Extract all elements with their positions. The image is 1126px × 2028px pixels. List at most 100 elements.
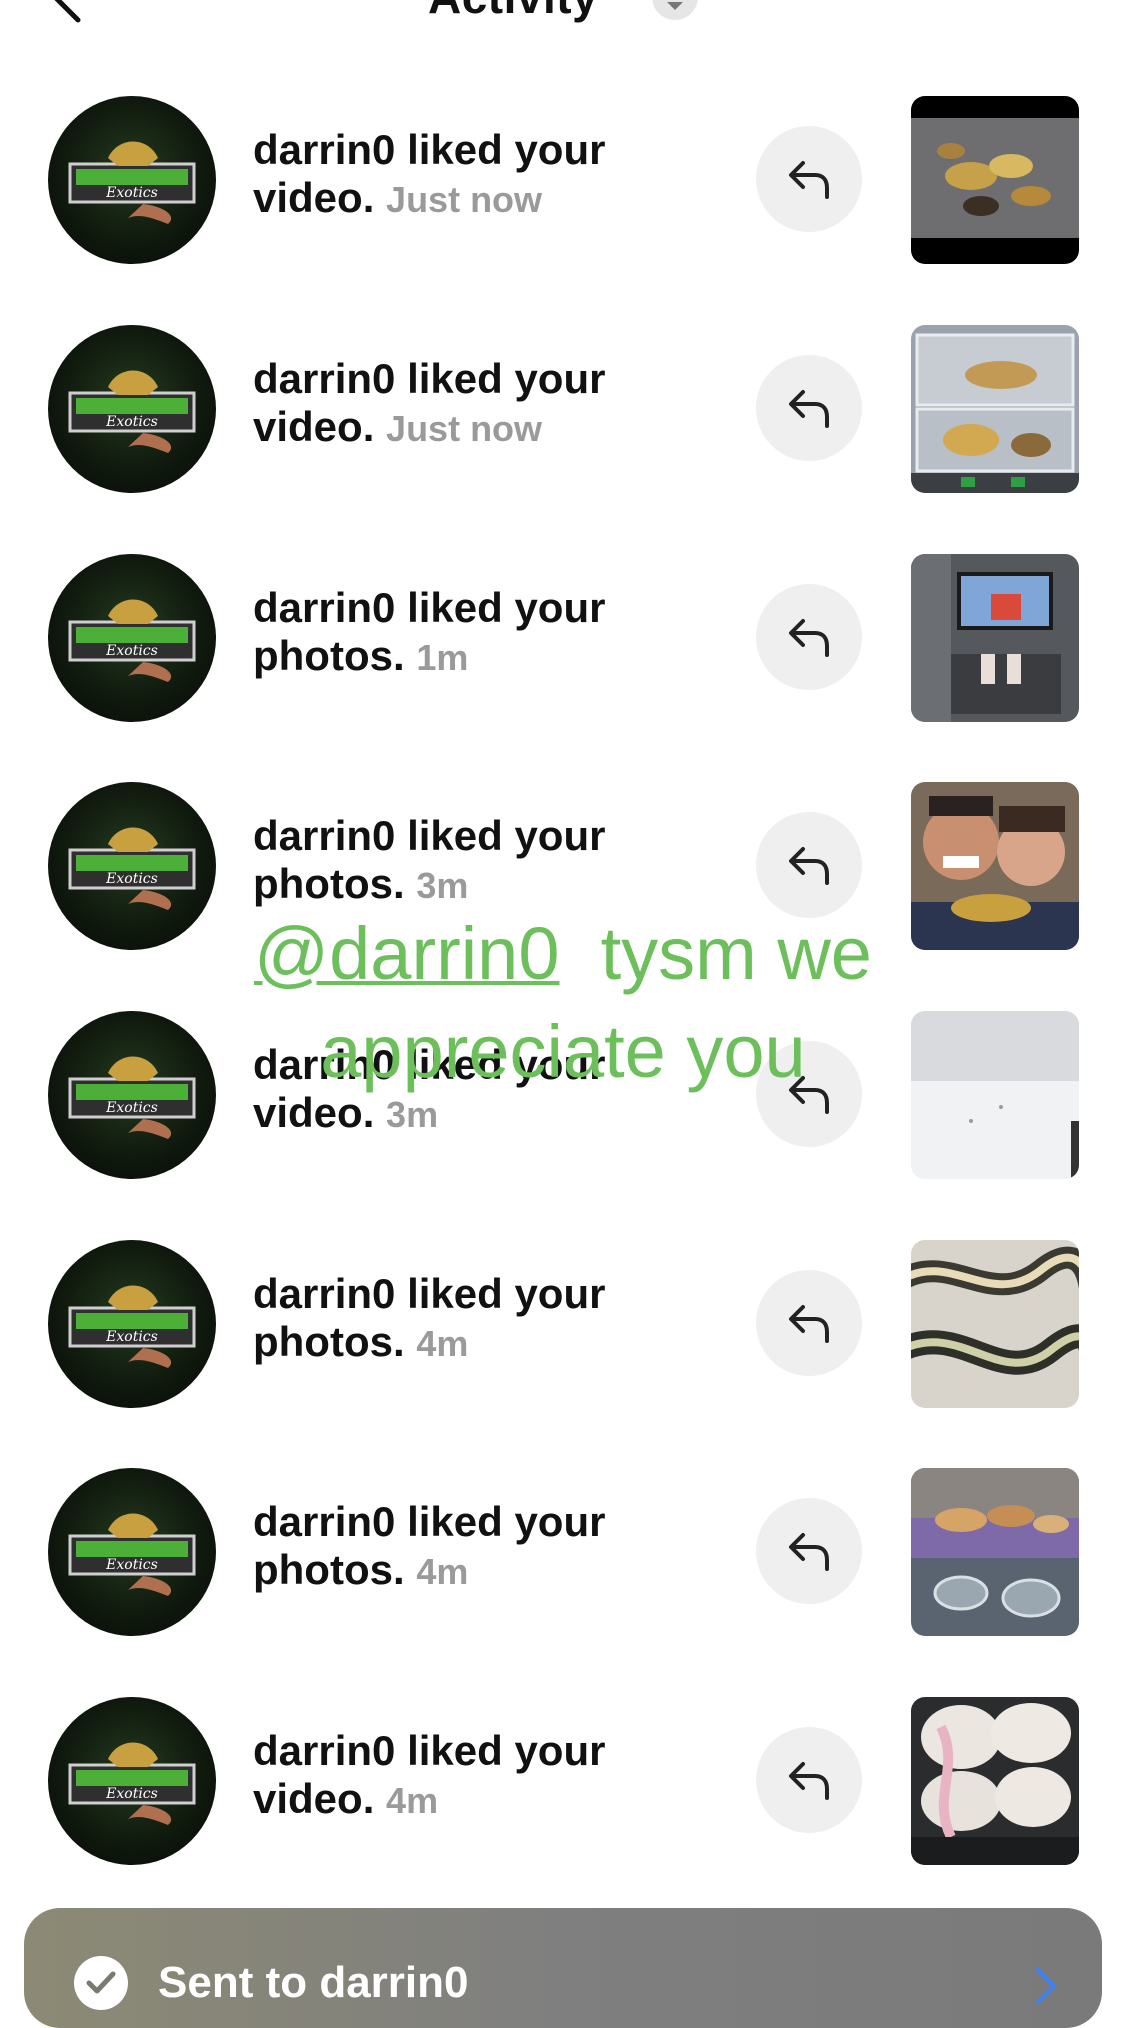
- username[interactable]: darrin0: [253, 355, 395, 402]
- post-thumbnail[interactable]: [911, 1468, 1079, 1636]
- svg-text:Exotics: Exotics: [105, 1557, 158, 1573]
- activity-row[interactable]: Exotics darrin0 liked your photos. 3m: [0, 782, 1126, 952]
- username[interactable]: darrin0: [253, 1498, 395, 1545]
- activity-row[interactable]: Exotics darrin0 liked your video. Just n…: [0, 96, 1126, 266]
- reply-button[interactable]: [756, 355, 862, 461]
- reply-button[interactable]: [756, 1041, 862, 1147]
- action-text: liked your: [407, 1041, 606, 1088]
- activity-row[interactable]: Exotics darrin0 liked your photos. 4m: [0, 1468, 1126, 1638]
- action-text: liked your: [407, 812, 606, 859]
- reply-arrow-icon: [789, 390, 829, 428]
- activity-text: darrin0 liked your photos. 1m: [253, 584, 713, 682]
- avatar[interactable]: Exotics: [48, 1011, 216, 1179]
- reply-button[interactable]: [756, 1270, 862, 1376]
- chevron-down-icon: [667, 2, 683, 10]
- object-text: photos.: [253, 860, 405, 907]
- post-thumbnail[interactable]: [911, 554, 1079, 722]
- reply-button[interactable]: [756, 584, 862, 690]
- eggs-hatching-thumbnail: [911, 1697, 1079, 1865]
- svg-text:Exotics: Exotics: [105, 1100, 158, 1116]
- activity-row[interactable]: Exotics darrin0 liked your video. 4m: [0, 1697, 1126, 1867]
- timestamp: 3m: [386, 1094, 439, 1135]
- timestamp: Just now: [386, 408, 543, 449]
- username[interactable]: darrin0: [253, 812, 395, 859]
- exotics-logo-icon: Exotics: [68, 141, 196, 224]
- username[interactable]: darrin0: [253, 126, 395, 173]
- exotics-logo-icon: Exotics: [68, 370, 196, 453]
- username[interactable]: darrin0: [253, 1041, 395, 1088]
- snow-thumbnail: [911, 1011, 1079, 1179]
- avatar[interactable]: Exotics: [48, 1468, 216, 1636]
- post-thumbnail[interactable]: [911, 1011, 1079, 1179]
- post-thumbnail[interactable]: [911, 1697, 1079, 1865]
- timestamp: 4m: [386, 1780, 439, 1821]
- checkmark-glyph: [86, 1971, 116, 1994]
- reply-button[interactable]: [756, 812, 862, 918]
- avatar[interactable]: Exotics: [48, 782, 216, 950]
- reply-arrow-icon: [789, 619, 829, 657]
- object-text: video.: [253, 174, 375, 221]
- avatar[interactable]: Exotics: [48, 96, 216, 264]
- svg-text:Exotics: Exotics: [105, 871, 158, 887]
- activity-text: darrin0 liked your photos. 4m: [253, 1270, 713, 1368]
- svg-text:Exotics: Exotics: [105, 643, 158, 659]
- reply-arrow-icon: [789, 1762, 829, 1800]
- svg-text:Exotics: Exotics: [105, 185, 158, 201]
- action-text: liked your: [407, 584, 606, 631]
- page-title[interactable]: Activity: [428, 0, 598, 22]
- reply-arrow-icon: [789, 1533, 829, 1571]
- svg-text:Exotics: Exotics: [105, 1786, 158, 1802]
- exotics-logo-icon: Exotics: [68, 599, 196, 682]
- chevron-left-icon: [54, 0, 81, 23]
- action-text: liked your: [407, 1270, 606, 1317]
- reply-arrow-icon: [789, 847, 829, 885]
- username[interactable]: darrin0: [253, 1270, 395, 1317]
- couple-selfie-thumbnail: [911, 782, 1079, 950]
- avatar[interactable]: Exotics: [48, 325, 216, 493]
- post-thumbnail[interactable]: [911, 1240, 1079, 1408]
- activity-text: darrin0 liked your photos. 4m: [253, 1498, 713, 1596]
- post-thumbnail[interactable]: [911, 96, 1079, 264]
- activity-text: darrin0 liked your photos. 3m: [253, 812, 713, 910]
- banner-label: Sent to darrin0: [158, 1958, 469, 2007]
- exotics-logo-icon: Exotics: [68, 1285, 196, 1368]
- activity-row[interactable]: Exotics darrin0 liked your photos. 4m: [0, 1240, 1126, 1410]
- avatar[interactable]: Exotics: [48, 1240, 216, 1408]
- reply-button[interactable]: [756, 1498, 862, 1604]
- post-thumbnail[interactable]: [911, 782, 1079, 950]
- timestamp: 1m: [416, 637, 469, 678]
- avatar[interactable]: Exotics: [48, 1697, 216, 1865]
- username[interactable]: darrin0: [253, 584, 395, 631]
- reply-button[interactable]: [756, 1727, 862, 1833]
- activity-text: darrin0 liked your video. 3m: [253, 1041, 713, 1139]
- activity-text: darrin0 liked your video. Just now: [253, 126, 713, 224]
- snake-pile-thumbnail: [911, 96, 1079, 264]
- activity-row[interactable]: Exotics darrin0 liked your video. Just n…: [0, 325, 1126, 495]
- action-text: liked your: [407, 355, 606, 402]
- back-button[interactable]: [40, 0, 100, 30]
- action-text: liked your: [407, 1498, 606, 1545]
- activity-filter-dropdown[interactable]: [652, 0, 698, 20]
- action-text: liked your: [407, 1727, 606, 1774]
- object-text: photos.: [253, 632, 405, 679]
- post-thumbnail[interactable]: [911, 325, 1079, 493]
- reply-button[interactable]: [756, 126, 862, 232]
- object-text: photos.: [253, 1546, 405, 1593]
- timestamp: 4m: [416, 1551, 469, 1592]
- object-text: video.: [253, 403, 375, 450]
- exotics-logo-icon: Exotics: [68, 827, 196, 910]
- snakes-on-table-thumbnail: [911, 1468, 1079, 1636]
- chevron-right-icon[interactable]: [1034, 1966, 1058, 2006]
- sent-confirmation-banner[interactable]: Sent to darrin0: [24, 1908, 1102, 2028]
- username[interactable]: darrin0: [253, 1727, 395, 1774]
- svg-text:Exotics: Exotics: [105, 1329, 158, 1345]
- object-text: photos.: [253, 1318, 405, 1365]
- timestamp: 4m: [416, 1323, 469, 1364]
- activity-row[interactable]: Exotics darrin0 liked your photos. 1m: [0, 554, 1126, 724]
- activity-text: darrin0 liked your video. 4m: [253, 1727, 713, 1825]
- action-text: liked your: [407, 126, 606, 173]
- avatar[interactable]: Exotics: [48, 554, 216, 722]
- exotics-logo-icon: Exotics: [68, 1742, 196, 1825]
- activity-row[interactable]: Exotics darrin0 liked your video. 3m: [0, 1011, 1126, 1181]
- activity-text: darrin0 liked your video. Just now: [253, 355, 713, 453]
